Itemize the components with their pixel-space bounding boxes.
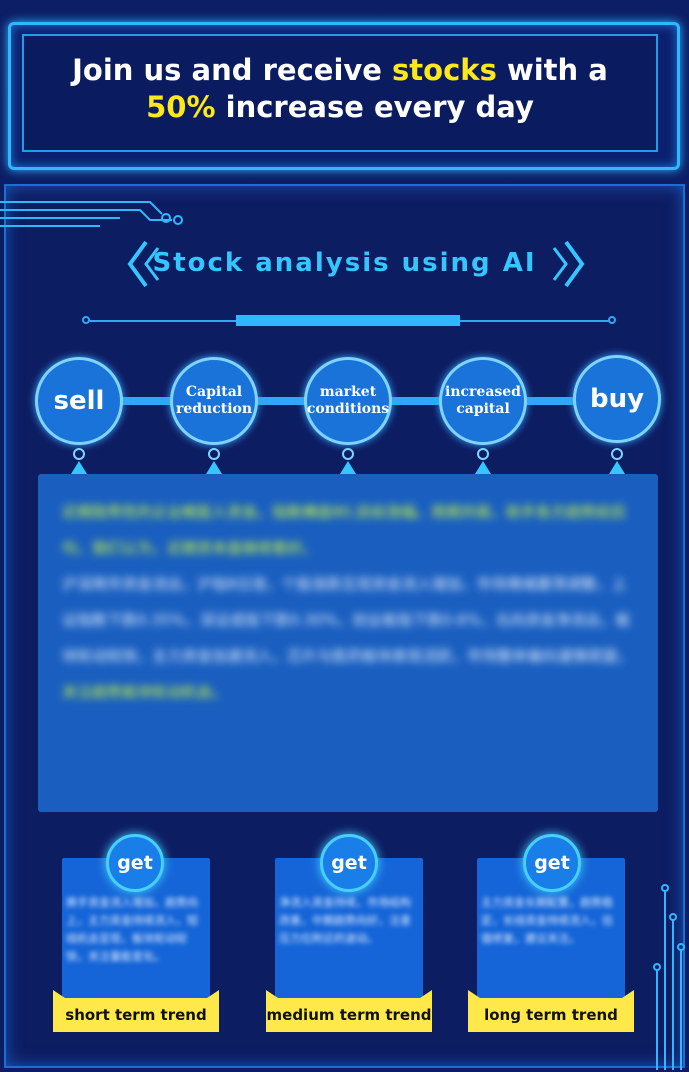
label-short-term-trend: short term trend [65, 1006, 207, 1024]
circuit-decoration-right-icon [653, 884, 685, 1070]
chevron-right-icon [552, 240, 585, 288]
get-button-label: get [534, 852, 570, 874]
banner-title: Join us and receive stocks with a 50% in… [22, 52, 658, 126]
pin-arrow-icon [71, 461, 87, 474]
card-short-term-text: 换手资金流入增加，趋势向上，主力资金持续流入，短线机会显现，板块轮动较快，关注量… [66, 896, 198, 963]
header-banner: Join us and receive stocks with a 50% in… [0, 12, 689, 180]
get-button-short-term[interactable]: get [106, 834, 164, 892]
pin-ring-icon [477, 448, 489, 460]
step-buy: buy [573, 355, 661, 443]
card-medium-term-text: 净流入资金持续，市场结构改善，中期趋势向好，注意压力位附近的波动。 [279, 896, 411, 945]
banner-line1-pre: Join us and receive [72, 53, 393, 87]
analysis-paragraph-2: 沪深两市资金流出，沪指8日涨，个股涨跌互现资金流入增加，市场情绪震荡调整，上证指… [62, 575, 633, 665]
get-button-long-term[interactable]: get [523, 834, 581, 892]
step-increased-capital: increased capital [439, 357, 527, 445]
pin-ring-icon [611, 448, 623, 460]
pin-arrow-icon [609, 461, 625, 474]
step-increased-capital-label: increased capital [445, 384, 521, 417]
get-button-label: get [117, 852, 153, 874]
analysis-paragraph-1: 近期隐秀性的企业概股人资金。指数横盘80,目前涨幅。周期共振，助手各方趋势前后均… [62, 503, 626, 557]
banner-line2-post: increase every day [215, 90, 534, 124]
step-sell-label: sell [53, 386, 105, 416]
analysis-text-box: 近期隐秀性的企业概股人资金。指数横盘80,目前涨幅。周期共振，助手各方趋势前后均… [38, 474, 658, 812]
banner-line1-post: with a [496, 53, 608, 87]
progress-dot-left [82, 316, 90, 324]
progress-bar-fill [236, 315, 460, 326]
analysis-text: 近期隐秀性的企业概股人资金。指数横盘80,目前涨幅。周期共振，助手各方趋势前后均… [38, 474, 658, 730]
get-button-label: get [331, 852, 367, 874]
circuit-decoration-left-icon [0, 201, 183, 227]
pin-ring-icon [73, 448, 85, 460]
get-button-medium-term[interactable]: get [320, 834, 378, 892]
label-long-term-trend: long term trend [484, 1006, 618, 1024]
pin-ring-icon [342, 448, 354, 460]
step-capital-reduction: Capital reduction [170, 357, 258, 445]
card-long-term-text: 主力资金长期配置，趋势稳定，长线资金持续流入，估值修复，建议关注。 [481, 896, 613, 945]
step-market-conditions-label: market conditions [306, 384, 390, 417]
pin-ring-icon [208, 448, 220, 460]
step-capital-reduction-label: Capital reduction [175, 384, 253, 417]
banner-line2-highlight: 50% [146, 90, 216, 124]
banner-line1-highlight: stocks [392, 53, 497, 87]
pin-arrow-icon [340, 461, 356, 474]
label-medium-term-trend: medium term trend [266, 1006, 432, 1024]
pin-arrow-icon [206, 461, 222, 474]
step-sell: sell [35, 357, 123, 445]
step-market-conditions: market conditions [304, 357, 392, 445]
step-buy-label: buy [589, 384, 645, 414]
progress-dot-right [608, 316, 616, 324]
pin-arrow-icon [475, 461, 491, 474]
analysis-highlight: 关注趋势板块轮动机会。 [62, 683, 228, 701]
